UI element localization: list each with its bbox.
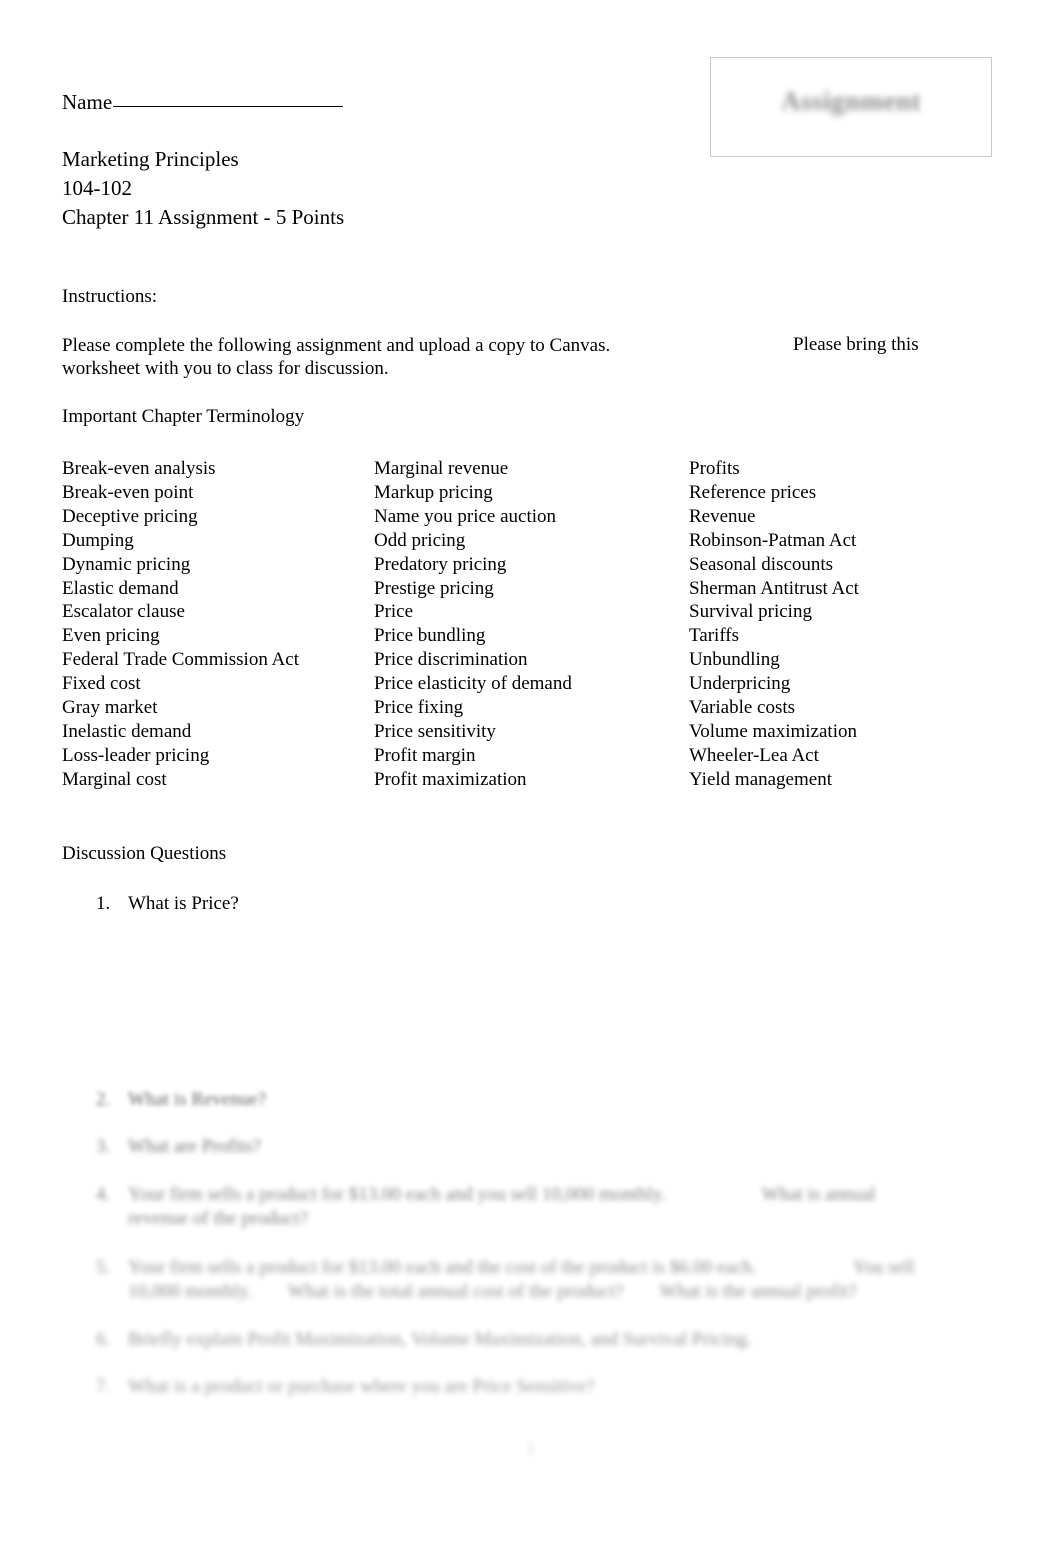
discussion-questions-heading: Discussion Questions bbox=[62, 843, 227, 864]
terminology-heading: Important Chapter Terminology bbox=[62, 406, 305, 427]
question-text-line2-tail2: What is the annual profit? bbox=[659, 1281, 857, 1302]
instructions-right-fragment: Please bring this bbox=[793, 334, 919, 355]
term-item: Price elasticity of demand bbox=[374, 673, 572, 695]
question-text: What is a product or purchase where you … bbox=[128, 1376, 595, 1397]
question-number: 7. bbox=[96, 1376, 111, 1397]
instructions-body-line1: Please complete the following assignment… bbox=[62, 335, 611, 356]
term-item: Profit maximization bbox=[374, 768, 527, 790]
term-item: Price bbox=[374, 601, 414, 623]
term-item: Tariffs bbox=[689, 625, 740, 647]
term-item: Variable costs bbox=[689, 697, 796, 719]
question-text: Briefly explain Profit Maximization, Vol… bbox=[128, 1329, 752, 1350]
question-text-tail: What is annual bbox=[761, 1184, 876, 1205]
assignment-stamp-box: Assignment bbox=[710, 57, 992, 157]
course-code: 104-102 bbox=[62, 176, 132, 200]
term-item: Price bundling bbox=[374, 625, 486, 647]
term-item: Even pricing bbox=[62, 625, 160, 647]
question-text: Your firm sells a product for $13.00 eac… bbox=[128, 1256, 968, 1304]
term-item: Profit margin bbox=[374, 744, 476, 766]
question-number: 2. bbox=[96, 1089, 111, 1110]
term-item: Break-even analysis bbox=[62, 458, 216, 479]
terminology-columns: Break-even analysis Break-even point Dec… bbox=[0, 457, 1062, 797]
term-item: Marginal revenue bbox=[374, 458, 509, 479]
term-item: Escalator clause bbox=[62, 601, 185, 623]
term-item: Sherman Antitrust Act bbox=[689, 577, 859, 599]
term-item: Revenue bbox=[689, 505, 756, 527]
term-item: Inelastic demand bbox=[62, 720, 192, 742]
terminology-column-3: Profits Reference prices Revenue Robinso… bbox=[689, 457, 859, 792]
term-item: Yield management bbox=[689, 768, 832, 790]
term-item: Name you price auction bbox=[374, 505, 557, 527]
term-item: Gray market bbox=[62, 697, 158, 719]
term-item: Dynamic pricing bbox=[62, 553, 191, 575]
assignment-stamp-label: Assignment bbox=[780, 86, 921, 116]
question-number: 3. bbox=[96, 1136, 111, 1157]
instructions-body-line2: worksheet with you to class for discussi… bbox=[62, 358, 389, 379]
terminology-column-1: Break-even analysis Break-even point Dec… bbox=[62, 457, 299, 792]
term-item: Marginal cost bbox=[62, 768, 167, 790]
term-item: Underpricing bbox=[689, 673, 791, 695]
term-item: Federal Trade Commission Act bbox=[62, 649, 299, 671]
question-number: 5. bbox=[96, 1257, 111, 1278]
question-text: What are Profits? bbox=[128, 1136, 261, 1157]
question-text-line1: Your firm sells a product for $13.00 eac… bbox=[128, 1184, 666, 1205]
term-item: Odd pricing bbox=[374, 529, 466, 551]
question-text-line1: Your firm sells a product for $13.00 eac… bbox=[128, 1257, 757, 1278]
question-text: Your firm sells a product for $13.00 eac… bbox=[128, 1183, 968, 1231]
term-item: Survival pricing bbox=[689, 601, 812, 623]
term-item: Wheeler-Lea Act bbox=[689, 744, 819, 766]
page-number: 1 bbox=[526, 1438, 536, 1459]
question-text: What is Price? bbox=[128, 893, 239, 914]
name-label: Name bbox=[62, 90, 113, 114]
term-item: Price fixing bbox=[374, 697, 464, 719]
term-item: Loss-leader pricing bbox=[62, 744, 210, 766]
term-item: Reference prices bbox=[689, 481, 817, 503]
term-item: Profits bbox=[689, 458, 740, 479]
question-text-line2: 10,000 monthly. bbox=[128, 1281, 252, 1302]
instructions-label: Instructions: bbox=[62, 286, 157, 307]
name-write-in-rule[interactable] bbox=[113, 106, 344, 107]
instructions-body: Please complete the following assignment… bbox=[62, 334, 682, 380]
terminology-column-2: Marginal revenue Markup pricing Name you… bbox=[374, 457, 572, 792]
term-item: Prestige pricing bbox=[374, 577, 494, 599]
term-item: Unbundling bbox=[689, 649, 780, 671]
term-item: Elastic demand bbox=[62, 577, 179, 599]
question-number: 6. bbox=[96, 1329, 111, 1350]
document-page: Assignment Name Marketing Principles 104… bbox=[0, 0, 1062, 1561]
question-text-line2-tail: What is the total annual cost of the pro… bbox=[287, 1281, 624, 1302]
name-field-line: Name bbox=[62, 90, 344, 115]
question-text-tail: You sell bbox=[852, 1257, 915, 1278]
term-item: Predatory pricing bbox=[374, 553, 507, 575]
term-item: Seasonal discounts bbox=[689, 553, 834, 575]
question-text-line2: revenue of the product? bbox=[128, 1208, 308, 1229]
question-number: 1. bbox=[96, 893, 111, 914]
course-title: Marketing Principles bbox=[62, 147, 239, 171]
term-item: Robinson-Patman Act bbox=[689, 529, 857, 551]
term-item: Volume maximization bbox=[689, 720, 857, 742]
question-text: What is Revenue? bbox=[128, 1089, 267, 1110]
assignment-title: Chapter 11 Assignment - 5 Points bbox=[62, 205, 345, 229]
term-item: Break-even point bbox=[62, 481, 194, 503]
term-item: Fixed cost bbox=[62, 673, 141, 695]
term-item: Price discrimination bbox=[374, 649, 528, 671]
question-number: 4. bbox=[96, 1184, 111, 1205]
term-item: Dumping bbox=[62, 529, 134, 551]
term-item: Deceptive pricing bbox=[62, 505, 198, 527]
page-title: Marketing Principles 104-102 Chapter 11 … bbox=[62, 145, 344, 232]
term-item: Markup pricing bbox=[374, 481, 493, 503]
term-item: Price sensitivity bbox=[374, 720, 496, 742]
